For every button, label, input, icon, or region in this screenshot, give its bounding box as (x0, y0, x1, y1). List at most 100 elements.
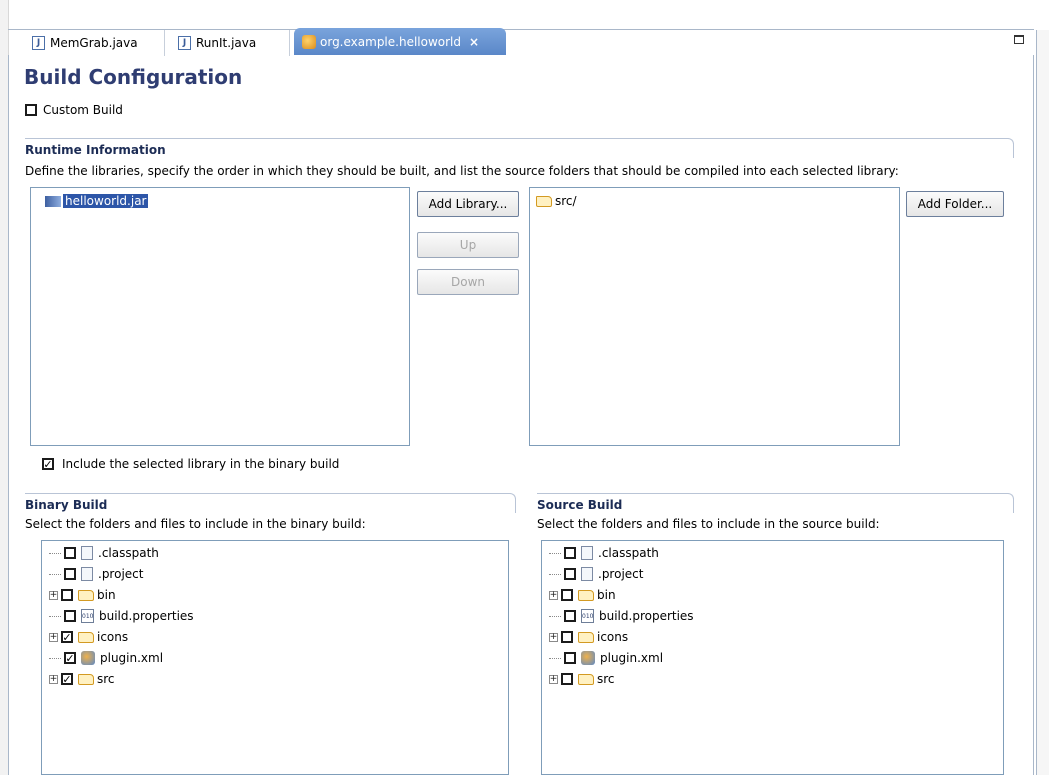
tab-label: RunIt.java (196, 36, 257, 50)
plugin-icon (302, 34, 316, 49)
expand-icon[interactable]: + (49, 674, 58, 684)
tree-item-label: bin (97, 588, 116, 602)
tab-org-example-helloworld[interactable]: org.example.helloworld × (294, 28, 506, 55)
tree-item-checkbox[interactable] (561, 673, 573, 685)
tree-item-label: .project (598, 567, 644, 581)
tab-label: org.example.helloworld (320, 34, 461, 49)
folder-name: src/ (555, 194, 577, 208)
binary-build-tree[interactable]: .classpath .project + bin 010 build.propertie… (41, 540, 509, 775)
tree-item-checkbox[interactable] (561, 631, 573, 643)
folder-icon (78, 631, 94, 643)
tree-item-label: src (597, 672, 615, 686)
custom-build-checkbox[interactable] (25, 104, 37, 116)
java-file-icon: J (32, 36, 45, 50)
page-title: Build Configuration (24, 65, 243, 89)
tree-item[interactable]: + bin (49, 585, 116, 605)
tree-item[interactable]: .classpath (549, 543, 659, 563)
folder-icon (536, 195, 552, 207)
source-folder-list[interactable]: src/ (529, 187, 900, 446)
tree-connector (49, 615, 61, 617)
plugin-xml-icon (81, 651, 95, 665)
tree-connector (49, 573, 61, 575)
custom-build-option[interactable]: Custom Build (25, 103, 123, 117)
down-button[interactable]: Down (417, 269, 519, 295)
tree-item-label: build.properties (99, 609, 194, 623)
tree-item-label: build.properties (599, 609, 694, 623)
tree-item[interactable]: + icons (549, 627, 628, 647)
source-build-description: Select the folders and files to include … (537, 517, 880, 531)
include-library-checkbox[interactable] (42, 458, 54, 470)
tree-item-label: .project (98, 567, 144, 581)
tab-label: MemGrab.java (50, 36, 138, 50)
expand-icon[interactable]: + (49, 590, 58, 600)
add-library-button[interactable]: Add Library... (417, 191, 519, 217)
jar-icon (45, 195, 61, 207)
source-folder-item[interactable]: src/ (536, 194, 577, 208)
tree-item[interactable]: .project (549, 564, 643, 584)
tree-item[interactable]: 010 build.properties (549, 606, 694, 626)
plugin-xml-icon (581, 651, 595, 665)
expand-icon[interactable]: + (549, 590, 558, 600)
runtime-description: Define the libraries, specify the order … (25, 164, 899, 178)
up-button[interactable]: Up (417, 232, 519, 258)
close-tab-icon[interactable]: × (469, 35, 479, 49)
tree-item-checkbox[interactable] (64, 547, 76, 559)
tree-item-checkbox[interactable] (61, 589, 73, 601)
tree-item-label: .classpath (98, 546, 159, 560)
file-icon (581, 546, 593, 560)
add-folder-button[interactable]: Add Folder... (906, 191, 1004, 217)
tree-item[interactable]: + icons (49, 627, 128, 647)
tab-runit[interactable]: J RunIt.java (170, 30, 290, 56)
folder-icon (578, 589, 594, 601)
source-build-tree[interactable]: .classpath .project + bin 010 build.propertie… (541, 540, 1004, 775)
tree-item-checkbox[interactable] (61, 631, 73, 643)
tree-item-label: plugin.xml (600, 651, 664, 665)
tree-item-checkbox[interactable] (564, 547, 576, 559)
tree-item-label: bin (597, 588, 616, 602)
tree-item[interactable]: .classpath (49, 543, 159, 563)
tree-item[interactable]: .project (49, 564, 143, 584)
include-library-label: Include the selected library in the bina… (62, 457, 340, 471)
tree-connector (549, 615, 561, 617)
tree-item-label: plugin.xml (100, 651, 164, 665)
folder-icon (78, 673, 94, 685)
tree-item[interactable]: + bin (549, 585, 616, 605)
tree-connector (49, 657, 61, 659)
java-file-icon: J (178, 36, 191, 50)
tree-item[interactable]: plugin.xml (549, 648, 663, 668)
tree-item-label: .classpath (598, 546, 659, 560)
expand-icon[interactable]: + (549, 674, 558, 684)
expand-icon[interactable]: + (549, 632, 558, 642)
tree-item[interactable]: + src (549, 669, 615, 689)
tree-item-checkbox[interactable] (564, 568, 576, 580)
source-build-heading: Source Build (537, 493, 1014, 513)
expand-icon[interactable]: + (49, 632, 58, 642)
tree-item-checkbox[interactable] (561, 589, 573, 601)
tab-memgrab[interactable]: J MemGrab.java (24, 30, 165, 56)
right-side-panel (1036, 30, 1049, 775)
file-icon (81, 546, 93, 560)
tree-item-checkbox[interactable] (64, 652, 76, 664)
binary-build-description: Select the folders and files to include … (25, 517, 366, 531)
tree-item-checkbox[interactable] (564, 652, 576, 664)
tree-item-checkbox[interactable] (61, 673, 73, 685)
tree-connector (549, 657, 561, 659)
tree-connector (49, 552, 61, 554)
library-list-item[interactable]: helloworld.jar (45, 194, 149, 208)
folder-icon (578, 631, 594, 643)
include-library-option[interactable]: Include the selected library in the bina… (42, 457, 339, 471)
tree-item-label: src (97, 672, 115, 686)
tree-item-checkbox[interactable] (564, 610, 576, 622)
maximize-editor-icon[interactable] (1014, 35, 1024, 44)
folder-icon (78, 589, 94, 601)
tree-item-checkbox[interactable] (64, 568, 76, 580)
tree-item-label: icons (597, 630, 629, 644)
library-list[interactable]: helloworld.jar (30, 187, 410, 446)
tree-item-checkbox[interactable] (64, 610, 76, 622)
runtime-information-heading: Runtime Information (25, 138, 1014, 158)
tree-item[interactable]: 010 build.properties (49, 606, 194, 626)
folder-icon (578, 673, 594, 685)
custom-build-label: Custom Build (43, 103, 123, 117)
tree-item[interactable]: + src (49, 669, 115, 689)
tree-item[interactable]: plugin.xml (49, 648, 163, 668)
